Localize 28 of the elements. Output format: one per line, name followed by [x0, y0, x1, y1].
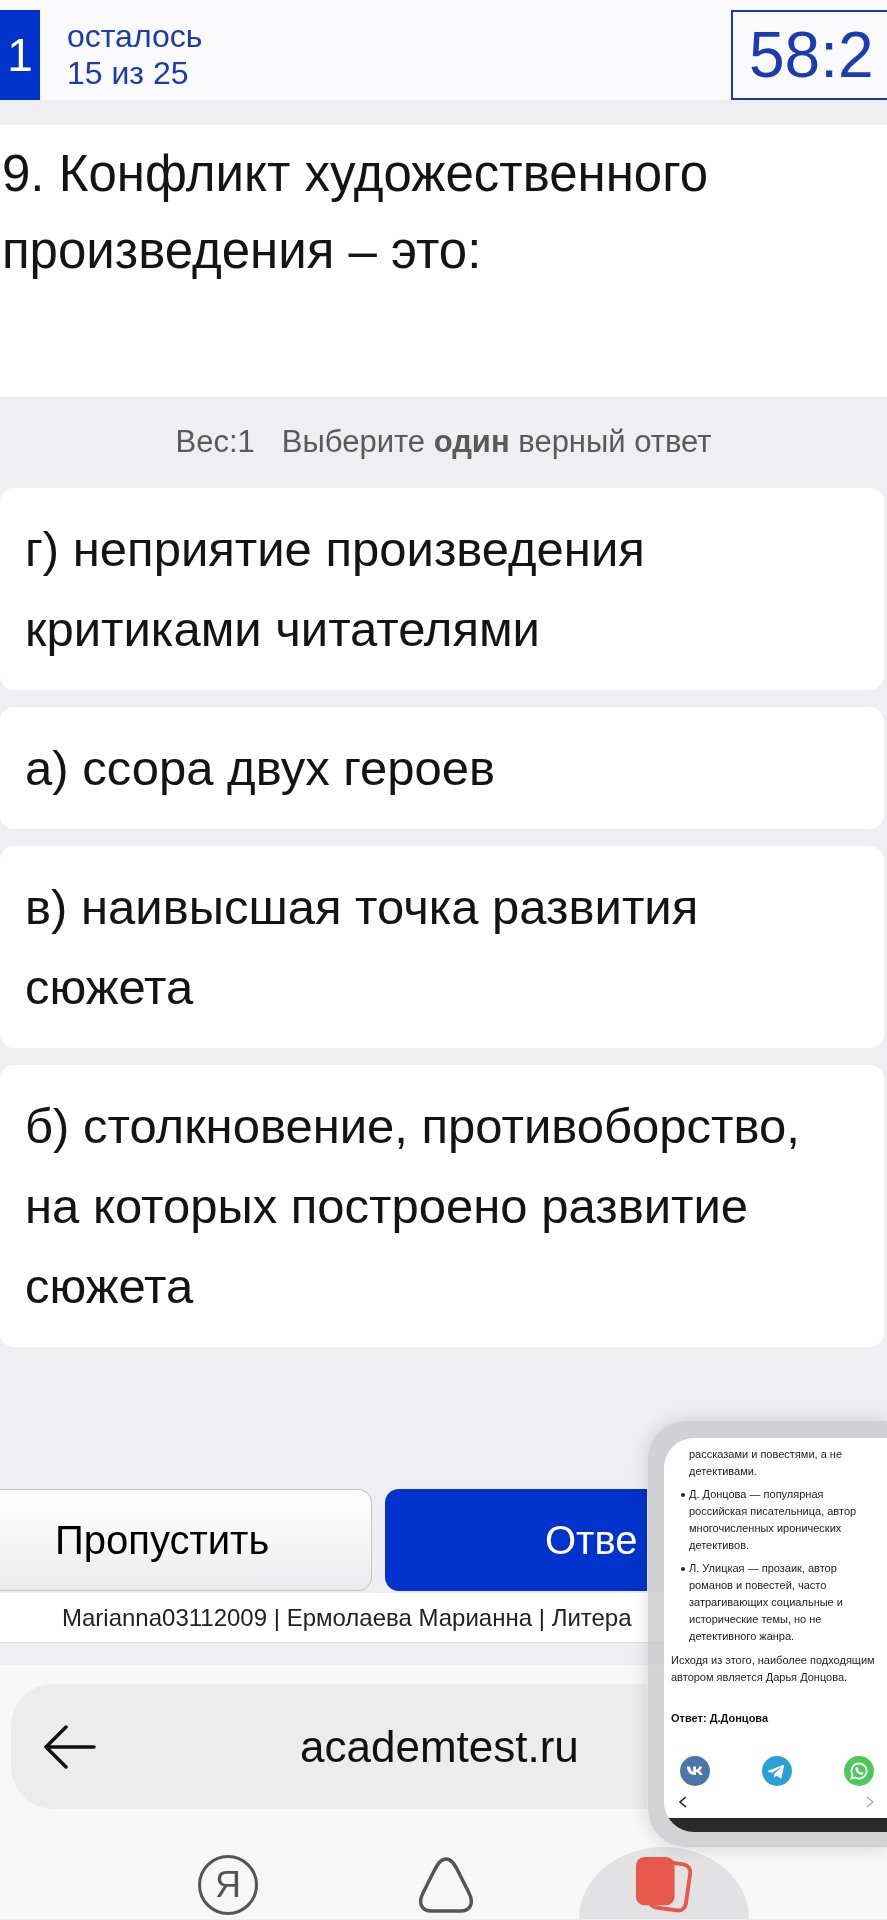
- circled-letter-button[interactable]: Я: [198, 1855, 258, 1915]
- paper-plane-icon[interactable]: [762, 1756, 792, 1786]
- conclusion-text: Исходя из этого, наиболее подходящим автором является Дарья Донцова.: [670, 1653, 876, 1685]
- list-item-text: рассказами и повестями, а не детективами.: [689, 1447, 843, 1479]
- answer-option[interactable]: а) ссора двух героев: [0, 707, 884, 829]
- skip-button[interactable]: Пропустить: [0, 1489, 372, 1591]
- remaining-count: 15 из 25: [67, 55, 190, 92]
- answer-option[interactable]: б) столкновение, противоборство, на которых построено развитие сюжета: [0, 1065, 884, 1347]
- list-item-text: Л. Улицкая — прозаик, автор романов и повестей, часто затрагивающих социальные и исторические темы, но не детективного жанра.: [689, 1561, 844, 1644]
- timer-display: 58:2: [731, 10, 887, 100]
- list-item-text: Д. Донцова — популярная российская писательница, автор многочисленных иронических детективов.: [689, 1487, 858, 1553]
- bullet-icon: [681, 1493, 685, 1497]
- vk-logo-icon[interactable]: [680, 1756, 710, 1786]
- answer-option[interactable]: в) наивысшая точка развития сюжета: [0, 846, 884, 1048]
- weight-label: Вес:1: [175, 423, 255, 462]
- answer-button[interactable]: Отве: [385, 1489, 647, 1591]
- bullet-icon: [681, 1567, 685, 1571]
- answer-text: Ответ: Д.Донцова: [670, 1711, 770, 1726]
- back-arrow-icon[interactable]: [44, 1724, 96, 1769]
- remaining-label: осталось: [67, 18, 203, 55]
- question-number-badge: 1: [0, 10, 40, 100]
- question-text: 9. Конфликт художественного произведения – это:: [2, 144, 710, 281]
- url-text: academtest.ru: [300, 1720, 579, 1773]
- answer-option[interactable]: г) неприятие произведения критиками читателями: [0, 488, 884, 690]
- chevron-left-icon[interactable]: [679, 1796, 687, 1808]
- instruction-text: Выберите один верный ответ: [281, 423, 712, 462]
- user-info-text: Marianna03112009 | Ермолаева Марианна | Литера: [62, 1602, 632, 1633]
- address-bar[interactable]: academtest.ru: [11, 1684, 647, 1809]
